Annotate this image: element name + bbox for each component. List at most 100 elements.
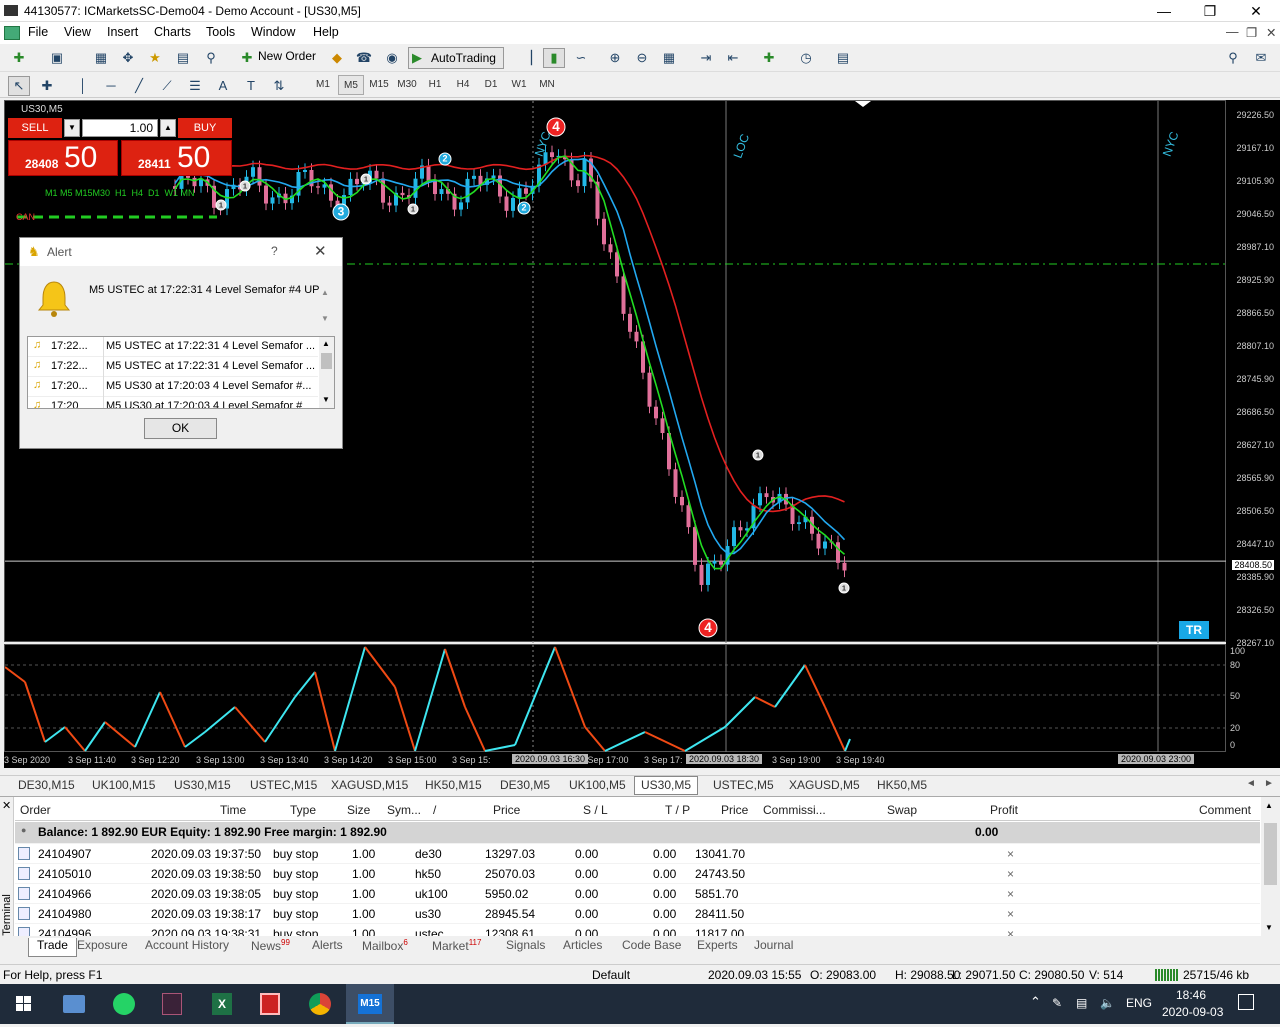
- scroll-up-icon[interactable]: ▲: [1265, 801, 1273, 810]
- column-header[interactable]: Price: [493, 803, 520, 817]
- terminal-tab[interactable]: News99: [251, 938, 290, 953]
- text-icon[interactable]: A: [212, 76, 234, 96]
- equidistant-channel-icon[interactable]: ⟋: [156, 76, 178, 96]
- alert-list-down-icon[interactable]: ▼: [322, 395, 330, 404]
- tf-mn[interactable]: MN: [534, 75, 560, 95]
- new-chart-icon[interactable]: ✚: [8, 48, 30, 68]
- profiles-icon[interactable]: ▣: [46, 48, 68, 68]
- lot-size-input[interactable]: 1.00: [82, 119, 158, 137]
- taskbar-excel[interactable]: X: [198, 984, 246, 1024]
- strategy-tester-icon[interactable]: ⚲: [200, 48, 222, 68]
- chart-tab[interactable]: US30,M15: [174, 778, 231, 792]
- language-indicator[interactable]: ENG: [1126, 996, 1152, 1010]
- sell-button[interactable]: SELL: [8, 118, 62, 138]
- column-header[interactable]: T / P: [665, 803, 690, 817]
- tray-volume-icon[interactable]: 🔈: [1100, 996, 1115, 1010]
- chart-tab[interactable]: XAGUSD,M15: [331, 778, 408, 792]
- close-button[interactable]: ✕: [1233, 0, 1279, 22]
- new-order-button[interactable]: New Order: [258, 49, 316, 63]
- tray-date[interactable]: 2020-09-03: [1162, 1005, 1223, 1019]
- templates-icon[interactable]: ▤: [832, 48, 854, 68]
- alert-ok-button[interactable]: OK: [144, 418, 217, 439]
- chart-tab[interactable]: XAGUSD,M5: [789, 778, 860, 792]
- alert-list-row[interactable]: ♫ 17:22... M5 USTEC at 17:22:31 4 Level Se…: [28, 337, 318, 357]
- taskbar-metatrader[interactable]: M15: [346, 984, 394, 1024]
- terminal-tab[interactable]: Market117: [432, 938, 481, 953]
- delete-order-icon[interactable]: ×: [1007, 847, 1014, 861]
- tf-h4[interactable]: H4: [450, 75, 476, 95]
- alert-close-button[interactable]: ✕: [314, 242, 327, 260]
- terminal-tab[interactable]: Account History: [145, 938, 229, 952]
- terminal-tab[interactable]: Code Base: [622, 938, 681, 952]
- column-header[interactable]: Comment: [1199, 803, 1251, 817]
- menu-window[interactable]: Window: [251, 25, 295, 39]
- tf-h1[interactable]: H1: [422, 75, 448, 95]
- line-chart-icon[interactable]: ∽: [570, 48, 592, 68]
- cursor-icon[interactable]: ↖: [8, 76, 30, 96]
- text-label-icon[interactable]: T: [240, 76, 262, 96]
- taskbar-whatsapp[interactable]: [100, 984, 148, 1024]
- menu-file[interactable]: File: [28, 25, 48, 39]
- chart-shift-icon[interactable]: ⇤: [722, 48, 744, 68]
- column-header[interactable]: Price: [721, 803, 748, 817]
- auto-scroll-icon[interactable]: ⇥: [695, 48, 717, 68]
- crosshair-icon[interactable]: ✚: [36, 76, 58, 96]
- chart-tab[interactable]: USTEC,M5: [713, 778, 774, 792]
- zoom-in-icon[interactable]: ⊕: [604, 48, 626, 68]
- market-watch-icon[interactable]: ▦: [90, 48, 112, 68]
- tabs-right-icon[interactable]: ►: [1264, 778, 1274, 789]
- mdi-minimize-button[interactable]: —: [1226, 25, 1239, 39]
- alert-list-up-icon[interactable]: ▲: [322, 339, 330, 348]
- menu-help[interactable]: Help: [313, 25, 339, 39]
- navigator-icon[interactable]: ✥: [117, 48, 139, 68]
- start-button[interactable]: [0, 984, 48, 1024]
- column-header[interactable]: /: [433, 803, 436, 817]
- tray-pen-icon[interactable]: ✎: [1052, 996, 1062, 1010]
- signals-icon[interactable]: ☎: [353, 48, 375, 68]
- terminal-tab[interactable]: Articles: [563, 938, 602, 952]
- column-header[interactable]: Size: [347, 803, 370, 817]
- column-header[interactable]: Commissi...: [763, 803, 826, 817]
- horizontal-line-icon[interactable]: ─: [100, 76, 122, 96]
- chat-icon[interactable]: ✉: [1250, 48, 1272, 68]
- chart-tab[interactable]: UK100,M5: [569, 778, 626, 792]
- mdi-restore-button[interactable]: ❐: [1246, 25, 1257, 40]
- tr-badge[interactable]: TR: [1179, 621, 1209, 639]
- data-window-icon[interactable]: ★: [144, 48, 166, 68]
- menu-view[interactable]: View: [64, 25, 91, 39]
- metaeditor-icon[interactable]: ◆: [326, 48, 348, 68]
- column-header[interactable]: Profit: [990, 803, 1018, 817]
- zoom-out-icon[interactable]: ⊖: [631, 48, 653, 68]
- column-header[interactable]: Time: [220, 803, 246, 817]
- chart-tab[interactable]: USTEC,M15: [250, 778, 317, 792]
- minimize-button[interactable]: —: [1141, 0, 1187, 22]
- alert-list-row[interactable]: ♫ 17:20... M5 US30 at 17:20:03 4 Level Sem…: [28, 377, 318, 397]
- terminal-scrollbar[interactable]: ▲ ▼: [1261, 797, 1280, 937]
- terminal-tab[interactable]: Mailbox6: [362, 938, 408, 953]
- column-header[interactable]: Sym...: [387, 803, 421, 817]
- tray-time[interactable]: 18:46: [1176, 988, 1206, 1002]
- time-scale[interactable]: 3 Sep 2020 3 Sep 11:40 3 Sep 12:20 3 Sep 13…: [4, 752, 1280, 768]
- scroll-thumb[interactable]: [1264, 823, 1277, 885]
- chart-tab[interactable]: US30,M5: [634, 776, 699, 795]
- chart-tab[interactable]: DE30,M15: [18, 778, 75, 792]
- vertical-line-icon[interactable]: │: [72, 76, 94, 96]
- terminal-icon[interactable]: ▤: [172, 48, 194, 68]
- chart-tab[interactable]: HK50,M15: [425, 778, 482, 792]
- notifications-icon[interactable]: [1238, 994, 1254, 1010]
- menu-tools[interactable]: Tools: [206, 25, 235, 39]
- terminal-tab[interactable]: Exposure: [77, 938, 128, 952]
- chart-tab[interactable]: DE30,M5: [500, 778, 550, 792]
- market-icon[interactable]: ◉: [381, 48, 403, 68]
- tray-chevron-icon[interactable]: ⌃: [1030, 994, 1041, 1010]
- indicators-icon[interactable]: ✚: [758, 48, 780, 68]
- column-header[interactable]: Swap: [887, 803, 917, 817]
- taskbar-app3[interactable]: [148, 984, 196, 1024]
- column-header[interactable]: Type: [290, 803, 316, 817]
- terminal-tab[interactable]: Experts: [697, 938, 738, 952]
- alert-list-thumb[interactable]: [321, 353, 332, 369]
- tf-m15[interactable]: M15: [366, 75, 392, 95]
- delete-order-icon[interactable]: ×: [1007, 907, 1014, 921]
- tf-d1[interactable]: D1: [478, 75, 504, 95]
- alert-list-row[interactable]: ♫ 17:22... M5 USTEC at 17:22:31 4 Level Se…: [28, 357, 318, 377]
